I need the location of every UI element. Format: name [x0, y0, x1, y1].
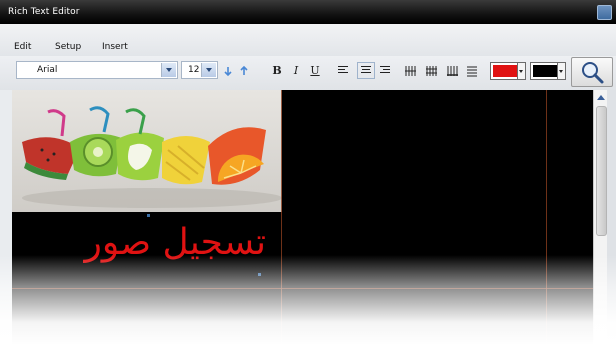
apple-carton [116, 108, 164, 181]
italic-button[interactable]: I [287, 62, 305, 80]
orange-carton [208, 127, 266, 185]
background-color-picker[interactable] [530, 62, 566, 80]
background-color-swatch [533, 65, 557, 77]
selection-handle[interactable] [258, 273, 261, 276]
delete-column-icon[interactable] [426, 66, 437, 76]
pineapple-carton [162, 136, 210, 185]
insert-column-icon[interactable] [405, 66, 416, 76]
menu-edit[interactable]: Edit [14, 42, 31, 52]
chevron-down-icon[interactable] [517, 63, 525, 79]
fruit-juice-image [12, 90, 282, 212]
arabic-text-block[interactable]: تسجيل صور [36, 222, 267, 263]
font-size-select[interactable]: 12 [181, 61, 218, 79]
font-size-value: 12 [188, 65, 200, 75]
align-left-icon[interactable] [338, 66, 348, 75]
editor-area[interactable]: تسجيل صور [12, 90, 593, 345]
magnifier-icon [582, 62, 604, 84]
insert-row-icon[interactable] [447, 66, 458, 76]
window-edge [607, 90, 616, 345]
list-icon[interactable] [467, 66, 477, 77]
chevron-down-icon[interactable] [201, 63, 216, 77]
kiwi-carton [70, 106, 122, 177]
scroll-up-icon[interactable] [596, 92, 606, 102]
font-family-select[interactable]: Arial [16, 61, 178, 79]
layout-guide-vertical [546, 90, 547, 345]
table-tools [405, 66, 477, 77]
chevron-down-icon[interactable] [557, 63, 565, 79]
align-right-icon[interactable] [380, 66, 390, 75]
underline-button[interactable]: U [306, 62, 324, 80]
rich-text-editor-window: Rich Text Editor Edit Setup Insert Arial… [0, 0, 616, 345]
window-title: Rich Text Editor [8, 7, 80, 17]
align-center-icon[interactable] [357, 62, 375, 79]
selection-handle[interactable] [147, 214, 150, 217]
zoom-button[interactable] [571, 57, 613, 87]
size-step-arrows-icon[interactable] [223, 63, 253, 79]
text-color-picker[interactable] [490, 62, 526, 80]
menu-setup[interactable]: Setup [55, 42, 81, 52]
layout-guide-horizontal [12, 288, 593, 289]
window-control-button[interactable] [597, 5, 612, 20]
bold-button[interactable]: B [268, 62, 286, 80]
chevron-down-icon[interactable] [161, 63, 176, 77]
title-bar: Rich Text Editor [0, 0, 616, 24]
menu-insert[interactable]: Insert [102, 42, 128, 52]
menu-bar: Edit Setup Insert [0, 24, 616, 56]
scrollbar-thumb[interactable] [596, 106, 607, 236]
vertical-scrollbar[interactable] [593, 90, 608, 345]
text-color-swatch [493, 65, 517, 77]
layout-guide-vertical [281, 90, 282, 345]
font-family-value: Arial [37, 65, 58, 75]
